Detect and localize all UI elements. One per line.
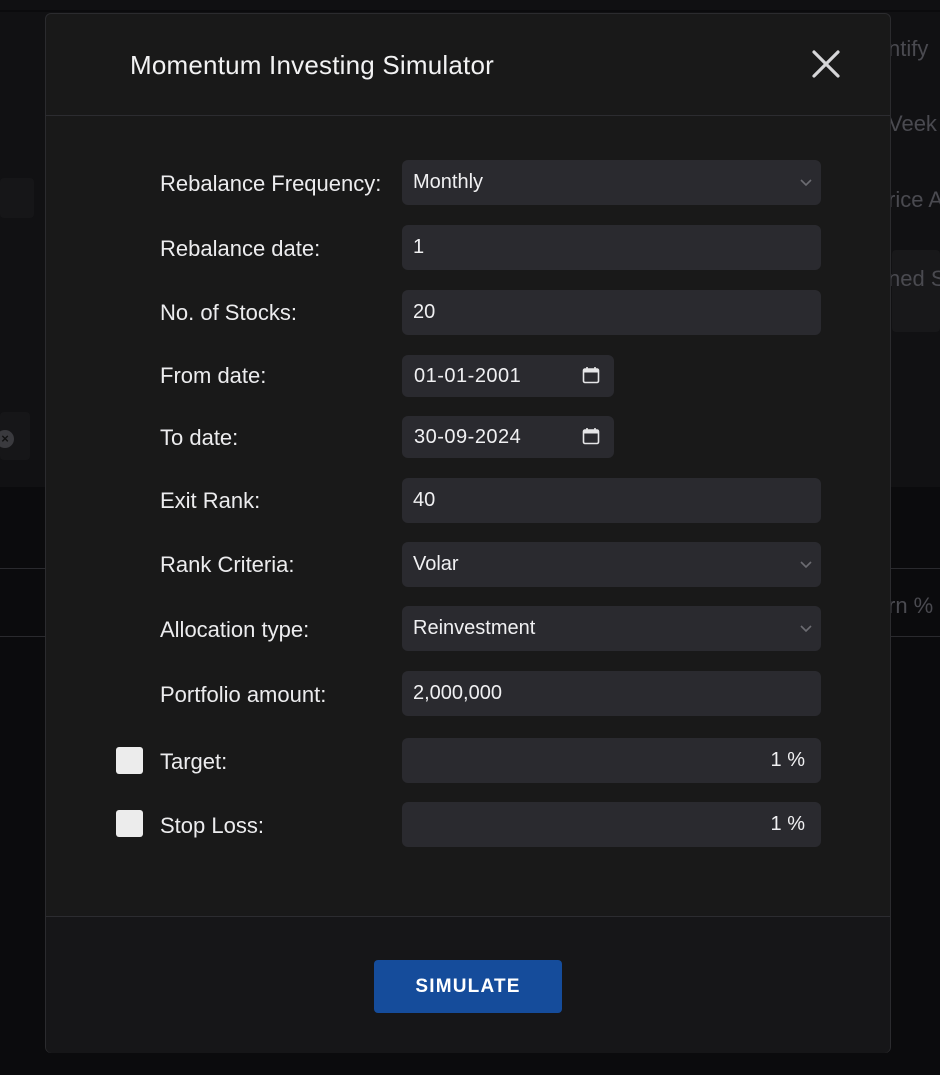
target-value: 1 % xyxy=(770,749,805,771)
portfolio-amount-label: Portfolio amount: xyxy=(160,682,327,707)
allocation-type-value: Reinvestment xyxy=(413,617,536,639)
background-divider xyxy=(0,568,45,569)
rank-criteria-select[interactable]: Volar xyxy=(402,542,821,587)
from-date-value: 01-01-2001 xyxy=(414,365,522,387)
to-date-label: To date: xyxy=(160,425,239,450)
background-text: rn % xyxy=(888,593,934,618)
background-text: ntify xyxy=(888,36,929,61)
portfolio-amount-input[interactable] xyxy=(402,671,821,716)
close-button[interactable] xyxy=(808,46,844,82)
allocation-type-label: Allocation type: xyxy=(160,617,310,642)
background-topbar xyxy=(0,0,940,10)
from-date-input[interactable]: 01-01-2001 xyxy=(402,355,614,397)
simulator-modal: Momentum Investing Simulator Rebalance F… xyxy=(45,13,891,1053)
modal-title: Momentum Investing Simulator xyxy=(130,50,494,80)
rebalance-frequency-label: Rebalance Frequency: xyxy=(160,171,382,196)
modal-header: Momentum Investing Simulator xyxy=(46,14,890,116)
num-stocks-label: No. of Stocks: xyxy=(160,300,297,325)
stop-loss-input[interactable]: 1 % xyxy=(402,802,821,847)
rebalance-frequency-select[interactable]: Monthly xyxy=(402,160,821,205)
target-input[interactable]: 1 % xyxy=(402,738,821,783)
rebalance-date-input[interactable] xyxy=(402,225,821,270)
background-text: rice A xyxy=(888,187,940,212)
stop-loss-checkbox[interactable] xyxy=(116,810,143,837)
rebalance-frequency-value: Monthly xyxy=(413,171,484,193)
rank-criteria-label: Rank Criteria: xyxy=(160,552,295,577)
exit-rank-input[interactable] xyxy=(402,478,821,523)
calendar-icon[interactable] xyxy=(582,366,600,384)
target-checkbox[interactable] xyxy=(116,747,143,774)
background-field xyxy=(0,178,34,218)
to-date-value: 30-09-2024 xyxy=(414,426,522,448)
from-date-label: From date: xyxy=(160,363,267,388)
modal-footer: SIMULATE xyxy=(46,916,890,1053)
stop-loss-label: Stop Loss: xyxy=(160,813,264,838)
target-label: Target: xyxy=(160,749,228,774)
stop-loss-value: 1 % xyxy=(770,813,805,835)
chevron-down-icon xyxy=(800,179,812,187)
to-date-input[interactable]: 30-09-2024 xyxy=(402,416,614,458)
calendar-icon[interactable] xyxy=(582,427,600,445)
background-text: Veek xyxy=(888,111,937,136)
background-divider xyxy=(0,636,45,637)
allocation-type-select[interactable]: Reinvestment xyxy=(402,606,821,651)
num-stocks-input[interactable] xyxy=(402,290,821,335)
simulate-button[interactable]: SIMULATE xyxy=(374,960,562,1013)
close-icon xyxy=(812,50,840,78)
exit-rank-label: Exit Rank: xyxy=(160,488,261,513)
background-divider xyxy=(891,636,940,637)
chevron-down-icon xyxy=(800,625,812,633)
rank-criteria-value: Volar xyxy=(413,553,459,575)
background-divider xyxy=(891,568,940,569)
background-text: ned S xyxy=(888,266,940,291)
chevron-down-icon xyxy=(800,561,812,569)
rebalance-date-label: Rebalance date: xyxy=(160,236,321,261)
